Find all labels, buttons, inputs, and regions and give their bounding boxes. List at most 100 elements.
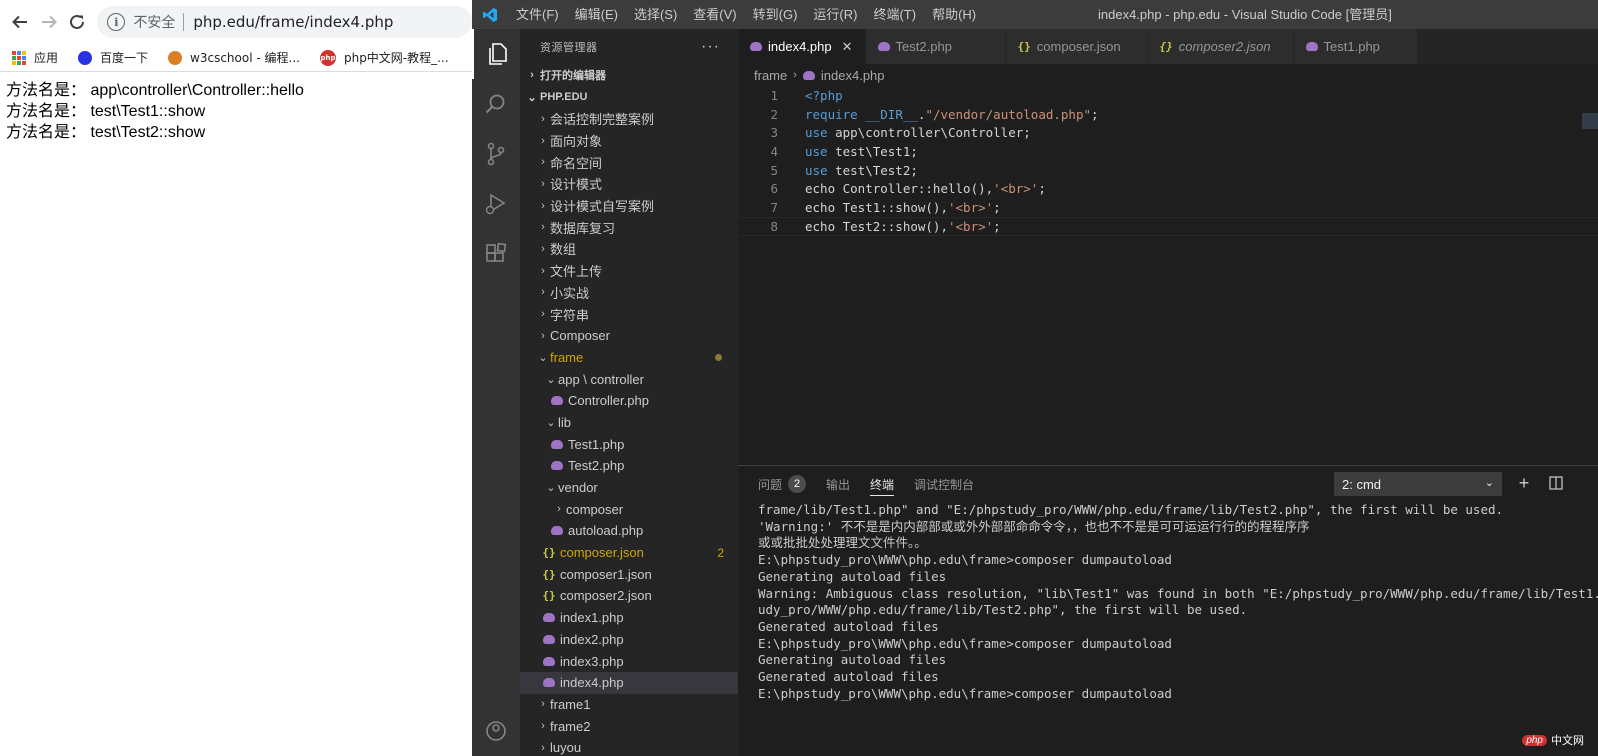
tree-folder[interactable]: › 小实战 xyxy=(520,282,738,304)
menu-edit[interactable]: 编辑(E) xyxy=(567,0,626,29)
breadcrumb-folder[interactable]: frame xyxy=(754,68,787,83)
new-terminal-button[interactable]: + xyxy=(1514,472,1534,494)
tree-folder[interactable]: › 命名空间 xyxy=(520,151,738,173)
search-button[interactable] xyxy=(472,79,520,129)
tree-file[interactable]: index2.php xyxy=(520,629,738,651)
tree-label: 设计模式自写案例 xyxy=(550,199,655,215)
tab-index4-php[interactable]: index4.php ✕ xyxy=(738,29,866,64)
menu-selection[interactable]: 选择(S) xyxy=(626,0,685,29)
menu-go[interactable]: 转到(G) xyxy=(745,0,806,29)
tab-composer2-json[interactable]: {} composer2.json xyxy=(1147,29,1294,64)
tab-problems[interactable]: 问题 2 xyxy=(758,466,807,502)
terminal-select[interactable]: 2: cmd ⌄ xyxy=(1334,472,1502,496)
tree-folder-frame[interactable]: ⌄ frame xyxy=(520,347,738,369)
terminal-line: E:\phpstudy_pro\WWW\php.edu\frame>compos… xyxy=(758,552,1172,568)
tree-label: lib xyxy=(558,414,572,430)
bookmark-phpcn[interactable]: php php中文网-教程_... xyxy=(319,49,449,66)
tab-debug-console[interactable]: 调试控制台 xyxy=(914,466,974,502)
back-button[interactable] xyxy=(6,6,34,38)
bookmark-apps[interactable]: 应用 xyxy=(12,49,58,66)
menu-run[interactable]: 运行(R) xyxy=(805,0,865,29)
tree-folder[interactable]: › 字符串 xyxy=(520,303,738,325)
menu-help[interactable]: 帮助(H) xyxy=(924,0,984,29)
workspace-root[interactable]: ⌄ PHP.EDU xyxy=(520,86,738,108)
bookmark-baidu[interactable]: 百度一下 xyxy=(78,49,148,66)
json-file-icon: {} xyxy=(542,546,556,560)
chevron-right-icon: › xyxy=(541,156,545,169)
accounts-button[interactable] xyxy=(472,706,520,756)
chevron-right-icon: › xyxy=(541,177,545,190)
tree-folder[interactable]: › composer xyxy=(520,498,738,520)
split-terminal-button[interactable] xyxy=(1546,472,1566,494)
close-icon[interactable]: ✕ xyxy=(842,39,853,55)
menu-view[interactable]: 查看(V) xyxy=(685,0,744,29)
tree-folder[interactable]: › frame2 xyxy=(520,715,738,737)
chevron-down-icon: ⌄ xyxy=(1484,477,1494,489)
editor-area: index4.php ✕ Test2.php {} composer.json … xyxy=(738,29,1598,465)
run-debug-button[interactable] xyxy=(472,179,520,229)
tab-test2-php[interactable]: Test2.php xyxy=(865,29,1006,64)
tree-folder[interactable]: ⌄ vendor xyxy=(520,477,738,499)
tree-folder[interactable]: ⌄ app \ controller xyxy=(520,368,738,390)
php-file-icon xyxy=(802,70,815,80)
terminal-output[interactable]: frame/lib/Test1.php" and "E:/phpstudy_pr… xyxy=(738,502,1598,752)
chevron-right-icon: › xyxy=(541,264,545,277)
tree-file[interactable]: Test1.php xyxy=(520,433,738,455)
tree-folder[interactable]: › 会话控制完整案例 xyxy=(520,108,738,130)
info-icon[interactable]: i xyxy=(107,13,126,31)
vscode-logo-icon xyxy=(472,7,508,23)
tree-file-selected[interactable]: index4.php xyxy=(520,671,738,694)
tree-file[interactable]: autoload.php xyxy=(520,520,738,542)
minimap[interactable] xyxy=(1582,113,1598,129)
tree-folder[interactable]: › 文件上传 xyxy=(520,260,738,282)
open-editors-section[interactable]: › 打开的编辑器 xyxy=(520,64,738,86)
breadcrumb-file[interactable]: index4.php xyxy=(821,68,885,83)
tree-folder[interactable]: ⌄ lib xyxy=(520,412,738,434)
address-bar[interactable]: i 不安全 php.edu/frame/index4.php xyxy=(97,6,472,38)
tree-folder[interactable]: › 设计模式 xyxy=(520,173,738,195)
explorer-button[interactable] xyxy=(472,29,520,79)
terminal-line: Generated autoload files xyxy=(758,618,939,634)
baidu-paw-icon xyxy=(78,50,93,65)
json-file-icon: {} xyxy=(1159,40,1173,53)
reload-button[interactable] xyxy=(63,6,91,38)
bookmark-w3cschool[interactable]: w3cschool - 编程... xyxy=(168,49,300,66)
output-line: 方法名是： test\Test1::show xyxy=(6,103,206,120)
w3cschool-icon xyxy=(168,50,183,65)
tab-test1-php[interactable]: Test1.php xyxy=(1293,29,1418,64)
url-text[interactable]: php.edu/frame/index4.php xyxy=(193,13,393,31)
tree-file[interactable]: index3.php xyxy=(520,650,738,672)
output-line: 方法名是： app\controller\Controller::hello xyxy=(6,82,304,99)
code-editor[interactable]: 1 <?php 2 require __DIR__."/vendor/autoloa… xyxy=(738,86,1598,236)
tree-label: 数组 xyxy=(550,242,577,258)
menu-terminal[interactable]: 终端(T) xyxy=(865,0,924,29)
forward-button[interactable] xyxy=(34,6,62,38)
tree-file[interactable]: {} composer.json 2 xyxy=(520,542,738,564)
more-actions-icon[interactable]: ··· xyxy=(701,38,720,56)
tree-folder[interactable]: › frame1 xyxy=(520,694,738,716)
extensions-button[interactable] xyxy=(472,229,520,279)
tab-terminal[interactable]: 终端 xyxy=(870,466,895,502)
php-file-icon xyxy=(550,439,564,449)
tree-file[interactable]: {} composer1.json xyxy=(520,563,738,585)
tree-file[interactable]: {} composer2.json xyxy=(520,585,738,607)
line-number: 6 xyxy=(770,181,778,197)
tree-folder[interactable]: › luyou xyxy=(520,737,738,756)
tab-output[interactable]: 输出 xyxy=(826,466,850,502)
menu-file[interactable]: 文件(F) xyxy=(508,0,567,29)
tree-file[interactable]: index1.php xyxy=(520,607,738,629)
window-title: index4.php - php.edu - Visual Studio Cod… xyxy=(1098,7,1392,22)
tree-label: index1.php xyxy=(560,610,624,626)
tab-composer-json[interactable]: {} composer.json xyxy=(1005,29,1148,64)
tree-folder[interactable]: › 面向对象 xyxy=(520,130,738,152)
tree-folder[interactable]: › 数组 xyxy=(520,238,738,260)
tree-folder[interactable]: › Composer xyxy=(520,325,738,347)
tree-file[interactable]: Controller.php xyxy=(520,390,738,412)
source-control-button[interactable] xyxy=(472,129,520,179)
section-label: 打开的编辑器 xyxy=(540,70,606,82)
page-content: 方法名是： app\controller\Controller::hello 方… xyxy=(0,72,472,151)
tree-file[interactable]: Test2.php xyxy=(520,455,738,477)
tree-folder[interactable]: › 设计模式自写案例 xyxy=(520,195,738,217)
tree-folder[interactable]: › 数据库复习 xyxy=(520,216,738,238)
line-text: echo Controller::hello(),'<br>'; xyxy=(805,181,1046,197)
